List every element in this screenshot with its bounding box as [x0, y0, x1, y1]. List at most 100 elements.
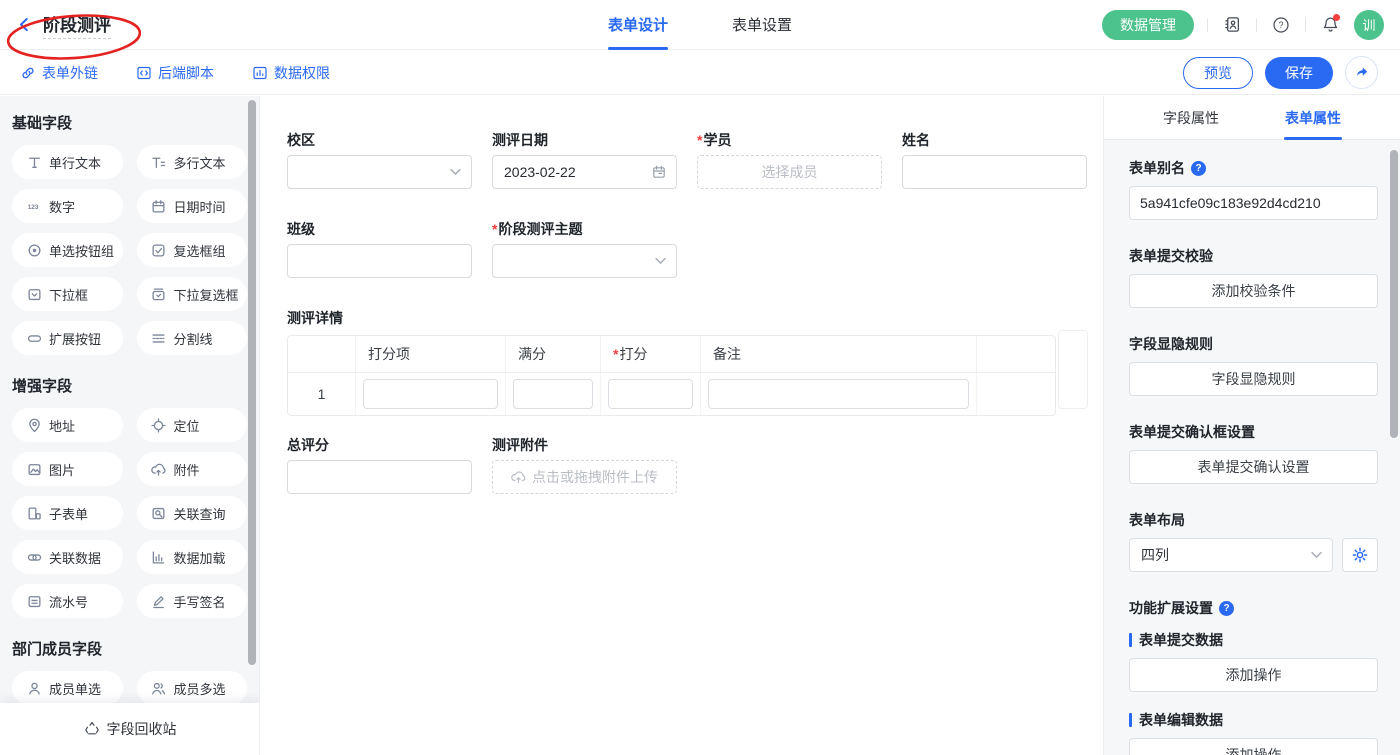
field-item-select[interactable]: 下拉框: [12, 277, 123, 311]
field-item-signature[interactable]: 手写签名: [137, 584, 248, 618]
back-button[interactable]: [16, 16, 33, 33]
sidebar-section: 基础字段单行文本多行文本123数字日期时间单选按钮组复选框组下拉框下拉复选框扩展…: [12, 112, 247, 355]
page-title: 阶段测评: [43, 11, 111, 39]
header-tabs: 表单设计 表单设置: [608, 0, 792, 50]
tab-label: 表单设置: [732, 14, 792, 35]
help-icon[interactable]: [1219, 601, 1234, 616]
total-score-input[interactable]: [287, 460, 472, 494]
avatar[interactable]: 训: [1354, 10, 1384, 40]
field-item-attachment[interactable]: 附件: [137, 452, 248, 486]
form-row-1: 校区 测评日期 2023-02-22 *学员 选择成员: [287, 130, 1060, 308]
save-button[interactable]: 保存: [1265, 57, 1333, 89]
field-item-checkbox-group[interactable]: 复选框组: [137, 233, 248, 267]
field-label: 测评附件: [492, 435, 677, 455]
cell-input[interactable]: [608, 379, 693, 409]
name-input[interactable]: [902, 155, 1087, 189]
cell-input[interactable]: [363, 379, 498, 409]
backend-script-button[interactable]: 后端脚本: [136, 63, 214, 83]
share-button[interactable]: [1345, 56, 1378, 89]
add-action-button-edit[interactable]: 添加操作: [1129, 738, 1378, 755]
field-item-linked-data[interactable]: 关联数据: [12, 540, 123, 574]
layout-settings-button[interactable]: [1342, 538, 1378, 572]
field-item-extend-button[interactable]: 扩展按钮: [12, 321, 123, 355]
script-icon: [136, 65, 152, 81]
form-alias-input[interactable]: [1129, 186, 1378, 220]
detail-table-cell: [506, 373, 601, 415]
section-title: 表单别名: [1129, 158, 1378, 178]
lookup-icon: [151, 505, 167, 521]
address-book-icon: [1224, 16, 1241, 33]
class-input[interactable]: [287, 244, 472, 278]
add-action-button-submit[interactable]: 添加操作: [1129, 658, 1378, 692]
detail-table-cell: [601, 373, 701, 415]
field-class[interactable]: 班级: [287, 219, 472, 278]
location-icon: [151, 417, 167, 433]
field-item-address[interactable]: 地址: [12, 408, 123, 442]
sidebar-scrollbar[interactable]: [248, 100, 256, 665]
cell-input[interactable]: [708, 379, 969, 409]
gear-icon: [1352, 547, 1368, 563]
field-attachment[interactable]: 测评附件 点击或拖拽附件上传: [492, 435, 677, 494]
select-member-button[interactable]: 选择成员: [697, 155, 882, 189]
field-label: 校区: [287, 130, 472, 150]
help-icon[interactable]: [1191, 161, 1206, 176]
question-circle-icon: ?: [1272, 16, 1290, 34]
topic-select[interactable]: [492, 244, 677, 278]
section-title: 功能扩展设置: [1129, 598, 1378, 618]
field-item-label: 地址: [49, 416, 75, 435]
layout-select[interactable]: 四列: [1129, 538, 1333, 572]
field-item-number[interactable]: 123数字: [12, 189, 123, 223]
field-item-grid: 地址 定位图片附件子表单 关联查询关联数据数据加载流水号手写签名: [12, 408, 247, 618]
field-item-single-line-text[interactable]: 单行文本: [12, 145, 123, 179]
field-label: 班级: [287, 219, 472, 239]
field-item-image[interactable]: 图片: [12, 452, 123, 486]
campus-select[interactable]: [287, 155, 472, 189]
field-name[interactable]: 姓名: [902, 130, 1087, 189]
select-member-placeholder: 选择成员: [762, 162, 818, 182]
notifications-button[interactable]: [1319, 14, 1341, 36]
panel-scrollbar[interactable]: [1390, 150, 1398, 438]
submit-confirm-settings-button[interactable]: 表单提交确认设置: [1129, 450, 1378, 484]
member-multi-icon: [151, 680, 167, 696]
field-item-lookup[interactable]: 关联查询: [137, 496, 248, 530]
field-item-location[interactable]: 定位: [137, 408, 248, 442]
visibility-rules-button[interactable]: 字段显隐规则: [1129, 362, 1378, 396]
tab-field-properties[interactable]: 字段属性: [1163, 96, 1219, 140]
field-total-score[interactable]: 总评分: [287, 435, 472, 494]
field-item-multi-select[interactable]: 下拉复选框: [137, 277, 248, 311]
link-icon: [20, 65, 36, 81]
avatar-text: 训: [1362, 15, 1375, 34]
tab-form-design[interactable]: 表单设计: [608, 0, 668, 50]
field-item-multi-line-text[interactable]: 多行文本: [137, 145, 248, 179]
add-validation-button[interactable]: 添加校验条件: [1129, 274, 1378, 308]
field-recycle-bin-button[interactable]: 字段回收站: [0, 703, 260, 755]
field-item-data-load[interactable]: 数据加载: [137, 540, 248, 574]
form-external-link-button[interactable]: 表单外链: [20, 63, 98, 83]
eval-date-input[interactable]: 2023-02-22: [492, 155, 677, 189]
field-item-datetime[interactable]: 日期时间: [137, 189, 248, 223]
data-manage-button[interactable]: 数据管理: [1102, 10, 1194, 40]
detail-table-column-header: [288, 336, 356, 372]
field-item-member-multi[interactable]: 成员多选: [137, 671, 248, 705]
field-topic[interactable]: *阶段测评主题: [492, 219, 677, 278]
field-label: *阶段测评主题: [492, 219, 677, 239]
tab-form-properties[interactable]: 表单属性: [1285, 96, 1341, 140]
attachment-upload-area[interactable]: 点击或拖拽附件上传: [492, 460, 677, 494]
datetime-icon: [151, 198, 167, 214]
field-item-member-single[interactable]: 成员单选: [12, 671, 123, 705]
field-item-subform[interactable]: 子表单: [12, 496, 123, 530]
help-button[interactable]: ?: [1270, 14, 1292, 36]
preview-button[interactable]: 预览: [1183, 57, 1253, 89]
field-item-label: 成员单选: [49, 679, 101, 698]
data-permission-button[interactable]: 数据权限: [252, 63, 330, 83]
field-item-label: 子表单: [49, 504, 88, 523]
field-item-serial-number[interactable]: 流水号: [12, 584, 123, 618]
field-student[interactable]: *学员 选择成员: [697, 130, 882, 189]
field-item-divider[interactable]: 分割线: [137, 321, 248, 355]
field-eval-date[interactable]: 测评日期 2023-02-22: [492, 130, 677, 189]
field-campus[interactable]: 校区: [287, 130, 472, 189]
field-item-radio-group[interactable]: 单选按钮组: [12, 233, 123, 267]
cell-input[interactable]: [513, 379, 593, 409]
contacts-button[interactable]: [1221, 14, 1243, 36]
tab-form-settings[interactable]: 表单设置: [732, 0, 792, 50]
